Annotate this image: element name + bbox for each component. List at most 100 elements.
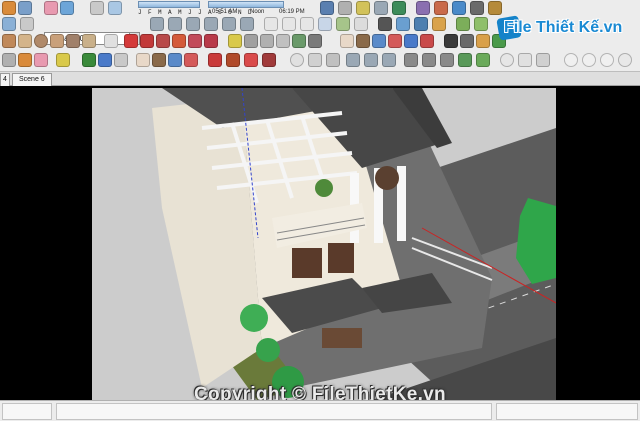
layers-icon[interactable] bbox=[416, 1, 430, 15]
make-component-icon[interactable] bbox=[2, 53, 16, 67]
section-plane-icon[interactable] bbox=[476, 34, 490, 48]
monochrome-icon[interactable] bbox=[354, 17, 368, 31]
layer-manager-icon[interactable] bbox=[2, 17, 16, 31]
vray-spot-icon[interactable] bbox=[536, 53, 550, 67]
frame-tool-icon[interactable] bbox=[382, 53, 396, 67]
scene-tab-scene-6[interactable]: Scene 6 bbox=[12, 73, 52, 86]
eraser-alt-icon[interactable] bbox=[114, 53, 128, 67]
outliner-icon[interactable] bbox=[470, 1, 484, 15]
time-slider[interactable] bbox=[208, 1, 284, 8]
3d-text-icon[interactable] bbox=[308, 34, 322, 48]
vray-sun-icon[interactable] bbox=[564, 53, 578, 67]
text-icon[interactable] bbox=[276, 34, 290, 48]
mirror-icon[interactable] bbox=[326, 53, 340, 67]
look-around-icon[interactable] bbox=[414, 17, 428, 31]
layer-visibility-icon[interactable] bbox=[20, 17, 34, 31]
unfold-icon[interactable] bbox=[290, 53, 304, 67]
xray-icon[interactable] bbox=[264, 17, 278, 31]
scene-canvas[interactable] bbox=[92, 88, 556, 400]
look-eyes-icon[interactable] bbox=[460, 34, 474, 48]
cube-view-icon[interactable] bbox=[320, 1, 334, 15]
left-view-icon[interactable] bbox=[240, 17, 254, 31]
large-tool-set-icon[interactable] bbox=[2, 1, 16, 15]
push-pull-icon[interactable] bbox=[140, 34, 154, 48]
eraser-icon[interactable] bbox=[44, 1, 58, 15]
zoom-icon[interactable] bbox=[372, 34, 386, 48]
walk-icon[interactable] bbox=[396, 17, 410, 31]
move-icon[interactable] bbox=[124, 34, 138, 48]
rectangle-icon[interactable] bbox=[2, 34, 16, 48]
eraser-tool-icon[interactable] bbox=[34, 53, 48, 67]
shaded-icon[interactable] bbox=[318, 17, 332, 31]
paint-bucket-icon[interactable] bbox=[18, 53, 32, 67]
lock-icon[interactable] bbox=[356, 1, 370, 15]
pan-tool-icon[interactable] bbox=[152, 53, 166, 67]
freehand-icon[interactable] bbox=[82, 34, 96, 48]
material-editor-icon[interactable] bbox=[262, 53, 276, 67]
render-icon[interactable] bbox=[208, 53, 222, 67]
dimension-icon[interactable] bbox=[244, 34, 258, 48]
measurements-box[interactable] bbox=[496, 403, 638, 420]
zoom-window-icon[interactable] bbox=[388, 34, 402, 48]
protractor-icon[interactable] bbox=[260, 34, 274, 48]
select-icon[interactable] bbox=[104, 34, 118, 48]
zoom-extents-icon[interactable] bbox=[404, 34, 418, 48]
polygon-icon[interactable] bbox=[66, 34, 80, 48]
zoom-tool-icon[interactable] bbox=[168, 53, 182, 67]
wall-tool-icon[interactable] bbox=[440, 53, 454, 67]
tape-tool-icon[interactable] bbox=[56, 53, 70, 67]
light-icon[interactable] bbox=[244, 53, 258, 67]
paint-icon[interactable] bbox=[60, 1, 74, 15]
vray-ies-icon[interactable] bbox=[618, 53, 632, 67]
viewport[interactable] bbox=[0, 86, 640, 400]
smoove-icon[interactable] bbox=[474, 17, 488, 31]
vray-omni-icon[interactable] bbox=[582, 53, 596, 67]
paint-tool-icon[interactable] bbox=[98, 53, 112, 67]
walk-footsteps-icon[interactable] bbox=[444, 34, 458, 48]
pin-icon[interactable] bbox=[392, 1, 406, 15]
styles-icon[interactable] bbox=[452, 1, 466, 15]
vray-dome-icon[interactable] bbox=[600, 53, 614, 67]
window-icon[interactable] bbox=[374, 1, 388, 15]
orbit-tool-icon[interactable] bbox=[136, 53, 150, 67]
offset-icon[interactable] bbox=[204, 34, 218, 48]
vray-light-icon[interactable] bbox=[518, 53, 532, 67]
plant-tool-icon[interactable] bbox=[458, 53, 472, 67]
shadow-toggle-icon[interactable] bbox=[90, 1, 104, 15]
line-icon[interactable] bbox=[18, 34, 32, 48]
axes-icon[interactable] bbox=[292, 34, 306, 48]
tape-measure-icon[interactable] bbox=[228, 34, 242, 48]
hidden-line-icon[interactable] bbox=[300, 17, 314, 31]
door-tool-icon[interactable] bbox=[364, 53, 378, 67]
roof-tool-icon[interactable] bbox=[404, 53, 418, 67]
arc-icon[interactable] bbox=[50, 34, 64, 48]
vray-sphere-icon[interactable] bbox=[500, 53, 514, 67]
month-slider[interactable] bbox=[138, 1, 200, 8]
camera-icon[interactable] bbox=[378, 17, 392, 31]
textured-icon[interactable] bbox=[336, 17, 350, 31]
rotate-icon[interactable] bbox=[156, 34, 170, 48]
back-view-icon[interactable] bbox=[222, 17, 236, 31]
components-icon[interactable] bbox=[18, 1, 32, 15]
stairs-tool-icon[interactable] bbox=[422, 53, 436, 67]
teapot-icon[interactable] bbox=[308, 53, 322, 67]
position-camera-icon[interactable] bbox=[432, 17, 446, 31]
materials-icon[interactable] bbox=[434, 1, 448, 15]
front-view-icon[interactable] bbox=[186, 17, 200, 31]
follow-me-icon[interactable] bbox=[172, 34, 186, 48]
render-settings-icon[interactable] bbox=[226, 53, 240, 67]
scale-icon[interactable] bbox=[188, 34, 202, 48]
scene-tab-previous[interactable]: 4 bbox=[0, 73, 10, 86]
window-tool-icon[interactable] bbox=[346, 53, 360, 67]
top-view-icon[interactable] bbox=[168, 17, 182, 31]
previous-view-icon[interactable] bbox=[420, 34, 434, 48]
wireframe-icon[interactable] bbox=[282, 17, 296, 31]
circle-icon[interactable] bbox=[34, 34, 48, 48]
fog-icon[interactable] bbox=[108, 1, 122, 15]
pan-icon[interactable] bbox=[356, 34, 370, 48]
sandbox-icon[interactable] bbox=[456, 17, 470, 31]
pencil-icon[interactable] bbox=[82, 53, 96, 67]
right-view-icon[interactable] bbox=[204, 17, 218, 31]
zoom-window-tool-icon[interactable] bbox=[184, 53, 198, 67]
grass-tool-icon[interactable] bbox=[476, 53, 490, 67]
